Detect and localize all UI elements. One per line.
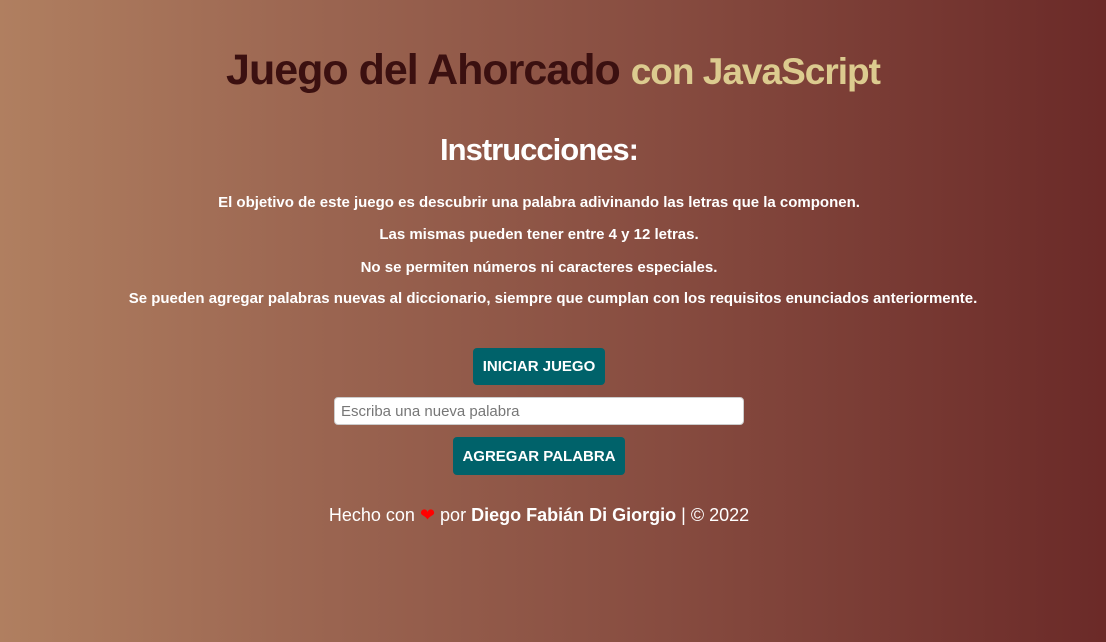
footer-author: Diego Fabián Di Giorgio	[471, 505, 677, 525]
instruction-line: El objetivo de este juego es descubrir u…	[218, 194, 860, 211]
instruction-line: No se permiten números ni caracteres esp…	[360, 259, 718, 276]
title-main: Juego del Ahorcado	[226, 46, 621, 94]
footer-copyright: © 2022	[690, 505, 750, 525]
footer-made-with: Hecho con	[328, 505, 415, 525]
footer-separator: |	[681, 505, 686, 525]
page-title: Juego del Ahorcado con JavaScript	[0, 46, 1106, 95]
new-word-input[interactable]	[334, 397, 744, 425]
instruction-line: Las mismas pueden tener entre 4 y 12 let…	[379, 226, 699, 243]
add-word-button[interactable]: AGREGAR PALABRA	[453, 437, 625, 475]
instructions-heading: Instrucciones:	[440, 132, 639, 167]
title-accent: con JavaScript	[630, 51, 881, 92]
footer-by: por	[440, 505, 467, 525]
instruction-line: Se pueden agregar palabras nuevas al dic…	[128, 290, 978, 307]
footer: Hecho con ❤ por Diego Fabián Di Giorgio …	[0, 505, 1078, 526]
heart-icon: ❤	[419, 505, 436, 525]
start-game-button[interactable]: INICIAR JUEGO	[473, 348, 605, 385]
